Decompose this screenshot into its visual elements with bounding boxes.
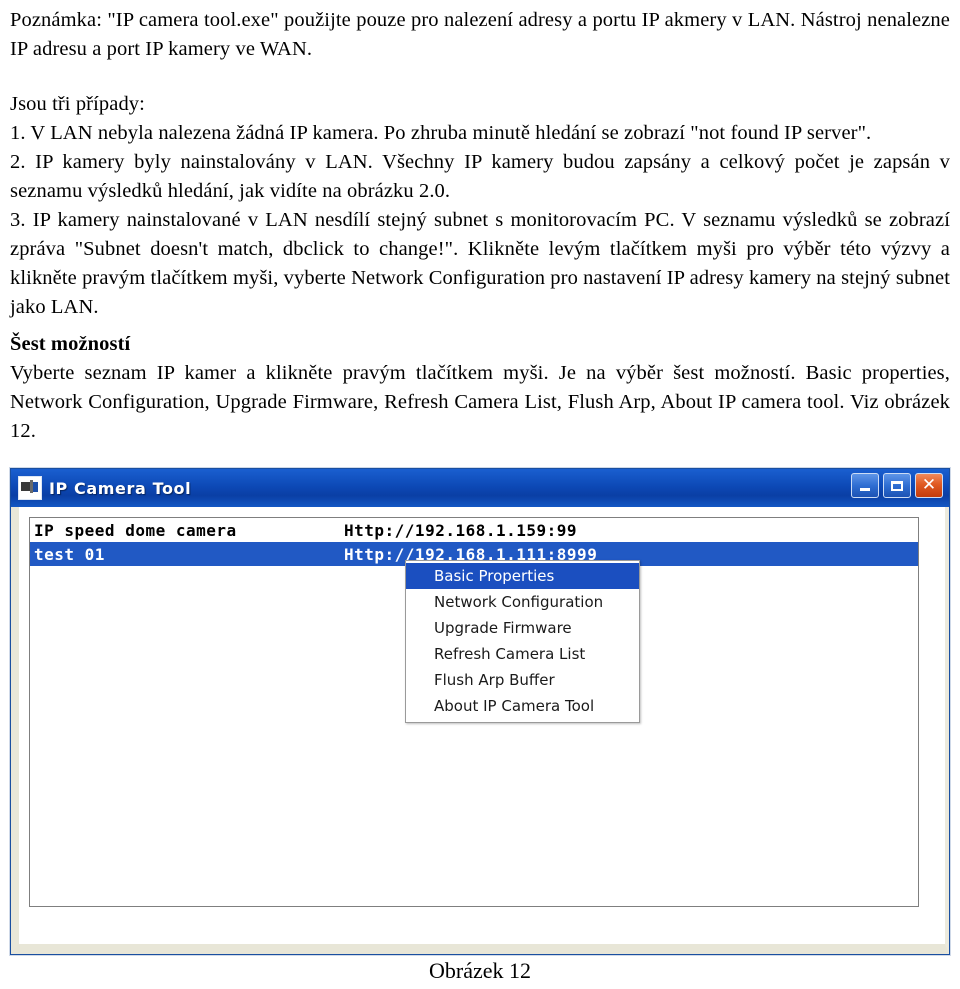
paragraph-case-3: 3. IP kamery nainstalované v LAN nesdílí… xyxy=(10,209,950,318)
ip-camera-tool-window: IP Camera Tool ✕ IP speed dome camera Ht… xyxy=(10,468,950,955)
heading-six-options: Šest možností xyxy=(10,333,131,355)
camera-url: Http://192.168.1.159:99 xyxy=(344,520,578,540)
close-icon: ✕ xyxy=(921,475,937,495)
minimize-icon xyxy=(860,488,870,491)
camera-icon xyxy=(18,476,42,500)
menu-item-upgrade-firmware[interactable]: Upgrade Firmware xyxy=(406,615,639,641)
camera-list[interactable]: IP speed dome camera Http://192.168.1.15… xyxy=(29,517,919,907)
paragraph-case-2: 2. IP kamery byly nainstalovány v LAN. V… xyxy=(10,151,950,202)
paragraph-cases-intro: Jsou tři případy: xyxy=(10,93,145,115)
paragraph-case-1: 1. V LAN nebyla nalezena žádná IP kamera… xyxy=(10,122,872,144)
maximize-icon xyxy=(891,480,903,491)
camera-name: IP speed dome camera xyxy=(34,520,237,540)
paragraph-note: Poznámka: "IP camera tool.exe" použijte … xyxy=(10,9,950,60)
menu-item-network-configuration[interactable]: Network Configuration xyxy=(406,589,639,615)
camera-name: test 01 xyxy=(34,544,105,564)
context-menu[interactable]: Basic Properties Network Configuration U… xyxy=(405,560,640,723)
menu-item-about-ip-camera-tool[interactable]: About IP Camera Tool xyxy=(406,693,639,719)
figure-caption: Obrázek 12 xyxy=(428,958,531,983)
menu-item-flush-arp-buffer[interactable]: Flush Arp Buffer xyxy=(406,667,639,693)
paragraph-six-options-body: Vyberte seznam IP kamer a klikněte pravý… xyxy=(10,362,950,442)
menu-item-refresh-camera-list[interactable]: Refresh Camera List xyxy=(406,641,639,667)
maximize-button[interactable] xyxy=(883,473,911,498)
window-titlebar: IP Camera Tool ✕ xyxy=(11,469,949,507)
menu-item-basic-properties[interactable]: Basic Properties xyxy=(406,563,639,589)
window-body: IP speed dome camera Http://192.168.1.15… xyxy=(11,507,949,954)
minimize-button[interactable] xyxy=(851,473,879,498)
window-controls: ✕ xyxy=(851,473,943,498)
close-button[interactable]: ✕ xyxy=(915,473,943,498)
window-title: IP Camera Tool xyxy=(49,478,192,498)
table-row[interactable]: IP speed dome camera Http://192.168.1.15… xyxy=(30,518,918,542)
document-text-region: Poznámka: "IP camera tool.exe" použijte … xyxy=(0,0,960,446)
